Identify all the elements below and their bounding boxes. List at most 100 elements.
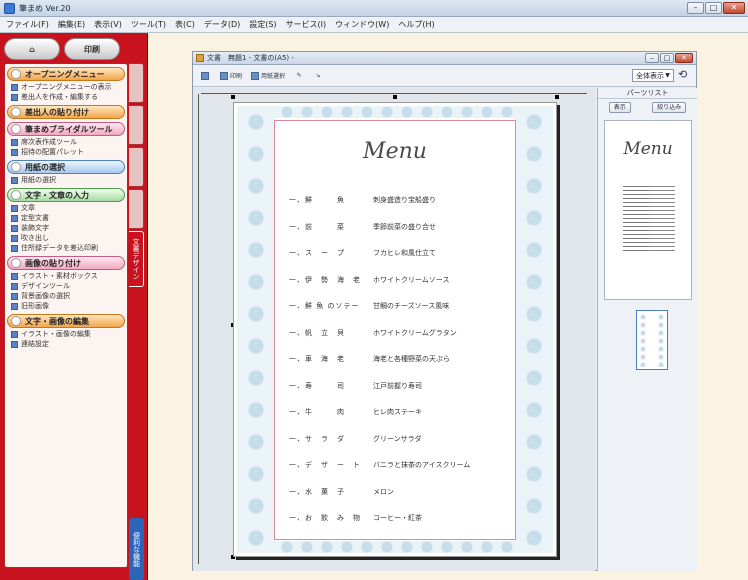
task-item[interactable]: 旧形画像 (11, 301, 127, 311)
doc-close-button[interactable]: ✕ (675, 53, 693, 63)
close-button[interactable]: ✕ (723, 2, 745, 14)
menu-table[interactable]: 表(C) (175, 19, 195, 30)
section-header[interactable]: 筆まめブライダルツール (7, 122, 125, 136)
doc-maximize-button[interactable]: □ (660, 53, 674, 63)
menu-item-row[interactable]: 一、帆 立 貝 ホワイトクリームグラタン (275, 320, 515, 347)
tool-button-1[interactable]: ✎ (291, 67, 307, 84)
zoom-select[interactable]: 全体表示 ▼ (632, 69, 674, 82)
menu-service[interactable]: サービス(I) (286, 19, 327, 30)
menu-category: 一、鮮 魚 のソテー (289, 302, 360, 311)
task-item[interactable]: 定型文書 (11, 213, 127, 223)
menu-item-row[interactable]: 一、ス ー プ フカヒレ和風仕立て (275, 240, 515, 267)
canvas-area[interactable]: Menu 一、鮮 魚 刺身盛造り宝船盛り 一、前 菜 季節前菜の盛り合せ 一、ス ー プ… (193, 88, 595, 571)
menu-help[interactable]: ヘルプ(H) (398, 19, 434, 30)
page-border-pattern (237, 541, 553, 553)
maximize-button[interactable]: □ (705, 2, 722, 14)
filter-button[interactable]: 絞り込み (652, 101, 687, 113)
section-header[interactable]: 画像の貼り付け (7, 256, 125, 270)
task-item[interactable]: 装飾文字 (11, 223, 127, 233)
task-item[interactable]: 招待の配置パレット (11, 147, 127, 157)
section-header[interactable]: オープニングメニュー (7, 67, 125, 81)
show-button[interactable]: 表示 (608, 101, 631, 113)
parts-list-panel: パーツリスト 表示 絞り込み Menu (597, 88, 697, 571)
menu-tools[interactable]: ツール(T) (131, 19, 166, 30)
menu-item-row[interactable]: 一、水 菓 子 メロン (275, 479, 515, 506)
menu-item-row[interactable]: 一、寿 司 江戸前握り寿司 (275, 373, 515, 400)
task-item[interactable]: イラスト・画像の編集 (11, 329, 127, 339)
save-button[interactable] (198, 67, 214, 84)
vtab-3[interactable] (129, 147, 144, 187)
vtab-document-design[interactable]: 文書デザイン (129, 231, 144, 287)
menu-item-row[interactable]: 一、前 菜 季節前菜の盛り合せ (275, 214, 515, 241)
doc-minimize-button[interactable]: – (645, 53, 659, 63)
paper-select-button[interactable]: 用紙選択 (248, 67, 288, 84)
task-item-icon (11, 272, 18, 280)
task-item[interactable]: 用紙の選択 (11, 175, 127, 185)
menu-category: 一、水 菓 子 (289, 487, 345, 496)
menu-view[interactable]: 表示(V) (94, 19, 122, 30)
rotate-icon[interactable]: ⟲ (678, 68, 690, 82)
selection-handle[interactable] (231, 95, 235, 99)
menu-category: 一、牛 肉 (289, 408, 345, 417)
task-item[interactable]: 背景画像の選択 (11, 291, 127, 301)
menu-item-row[interactable]: 一、牛 肉 ヒレ肉ステーキ (275, 399, 515, 426)
parts-thumbnail-frame[interactable] (636, 310, 668, 370)
task-item[interactable]: オープニングメニューの表示 (11, 82, 127, 92)
parts-thumbnail-menu[interactable]: Menu (604, 120, 692, 300)
vtab-1[interactable] (129, 63, 144, 103)
menu-item-row[interactable]: 一、鮮 魚 刺身盛造り宝船盛り (275, 187, 515, 214)
print-button[interactable]: 印刷 (64, 38, 120, 60)
task-item-icon (11, 330, 18, 338)
minimize-button[interactable]: – (687, 2, 704, 14)
task-item[interactable]: 住所録データを差込印刷 (11, 243, 127, 253)
menu-item-row[interactable]: 一、車 海 老 海老と各種野菜の天ぷら (275, 346, 515, 373)
task-item[interactable]: 連結設定 (11, 339, 127, 349)
document-icon (196, 54, 204, 62)
task-item-icon (11, 340, 18, 348)
menu-item-row[interactable]: 一、サ ラ ダ グリーンサラダ (275, 426, 515, 453)
menu-category: 一、お 飲 み 物 (289, 514, 361, 523)
menu-bar: ファイル(F) 編集(E) 表示(V) ツール(T) 表(C) データ(D) 設… (0, 17, 748, 33)
task-item[interactable]: 差出人を作成・編集する (11, 92, 127, 102)
task-item[interactable]: イラスト・素材ボックス (11, 271, 127, 281)
task-item[interactable]: デザインツール (11, 281, 127, 291)
print-doc-button[interactable]: 印刷 (217, 67, 245, 84)
menu-item-row[interactable]: 一、伊 勢 海 老 ホワイトクリームソース (275, 267, 515, 294)
menu-edit[interactable]: 編集(E) (58, 19, 85, 30)
tool-button-2[interactable]: ↘ (310, 67, 326, 84)
task-item[interactable]: 文章 (11, 203, 127, 213)
menu-settings[interactable]: 設定(S) (249, 19, 276, 30)
task-item-icon (11, 214, 18, 222)
vtab-2[interactable] (129, 105, 144, 145)
task-item-label: 吹き出し (21, 234, 49, 242)
menu-item-row[interactable]: 一、お 飲 み 物 コーヒー・紅茶 (275, 505, 515, 532)
section-title: 差出人の貼り付け (25, 107, 89, 117)
menu-dish: ホワイトクリームグラタン (373, 328, 457, 337)
section-header[interactable]: 用紙の選択 (7, 160, 125, 174)
home-button[interactable]: ⌂ (4, 38, 60, 60)
task-item-label: 用紙の選択 (21, 176, 56, 184)
selection-handle[interactable] (555, 95, 559, 99)
task-item-icon (11, 292, 18, 300)
section-title: 文字・画像の編集 (25, 316, 89, 326)
menu-dish: フカヒレ和風仕立て (373, 249, 436, 258)
section-header[interactable]: 文字・文章の入力 (7, 188, 125, 202)
vertical-tabs: 文書デザイン (129, 63, 145, 289)
section-header[interactable]: 差出人の貼り付け (7, 105, 125, 119)
menu-item-row[interactable]: 一、デ ザ ー ト バニラと抹茶のアイスクリーム (275, 452, 515, 479)
useful-features-tab[interactable]: 便利な機能 (129, 518, 144, 580)
vtab-4[interactable] (129, 189, 144, 229)
selection-handle[interactable] (393, 95, 397, 99)
menu-page[interactable]: Menu 一、鮮 魚 刺身盛造り宝船盛り 一、前 菜 季節前菜の盛り合せ 一、ス ー プ… (233, 102, 557, 557)
menu-data[interactable]: データ(D) (204, 19, 240, 30)
horizontal-ruler (201, 88, 587, 94)
menu-item-row[interactable]: 一、鮮 魚 のソテー 甘鯛のチーズソース風味 (275, 293, 515, 320)
task-item[interactable]: 席次表作成ツール (11, 137, 127, 147)
section-header[interactable]: 文字・画像の編集 (7, 314, 125, 328)
menu-title[interactable]: Menu (275, 139, 515, 164)
menu-file[interactable]: ファイル(F) (6, 19, 49, 30)
task-item[interactable]: 吹き出し (11, 233, 127, 243)
menu-window[interactable]: ウィンドウ(W) (335, 19, 389, 30)
task-item-label: デザインツール (21, 282, 70, 290)
panel-top-buttons: ⌂ 印刷 (4, 38, 128, 60)
